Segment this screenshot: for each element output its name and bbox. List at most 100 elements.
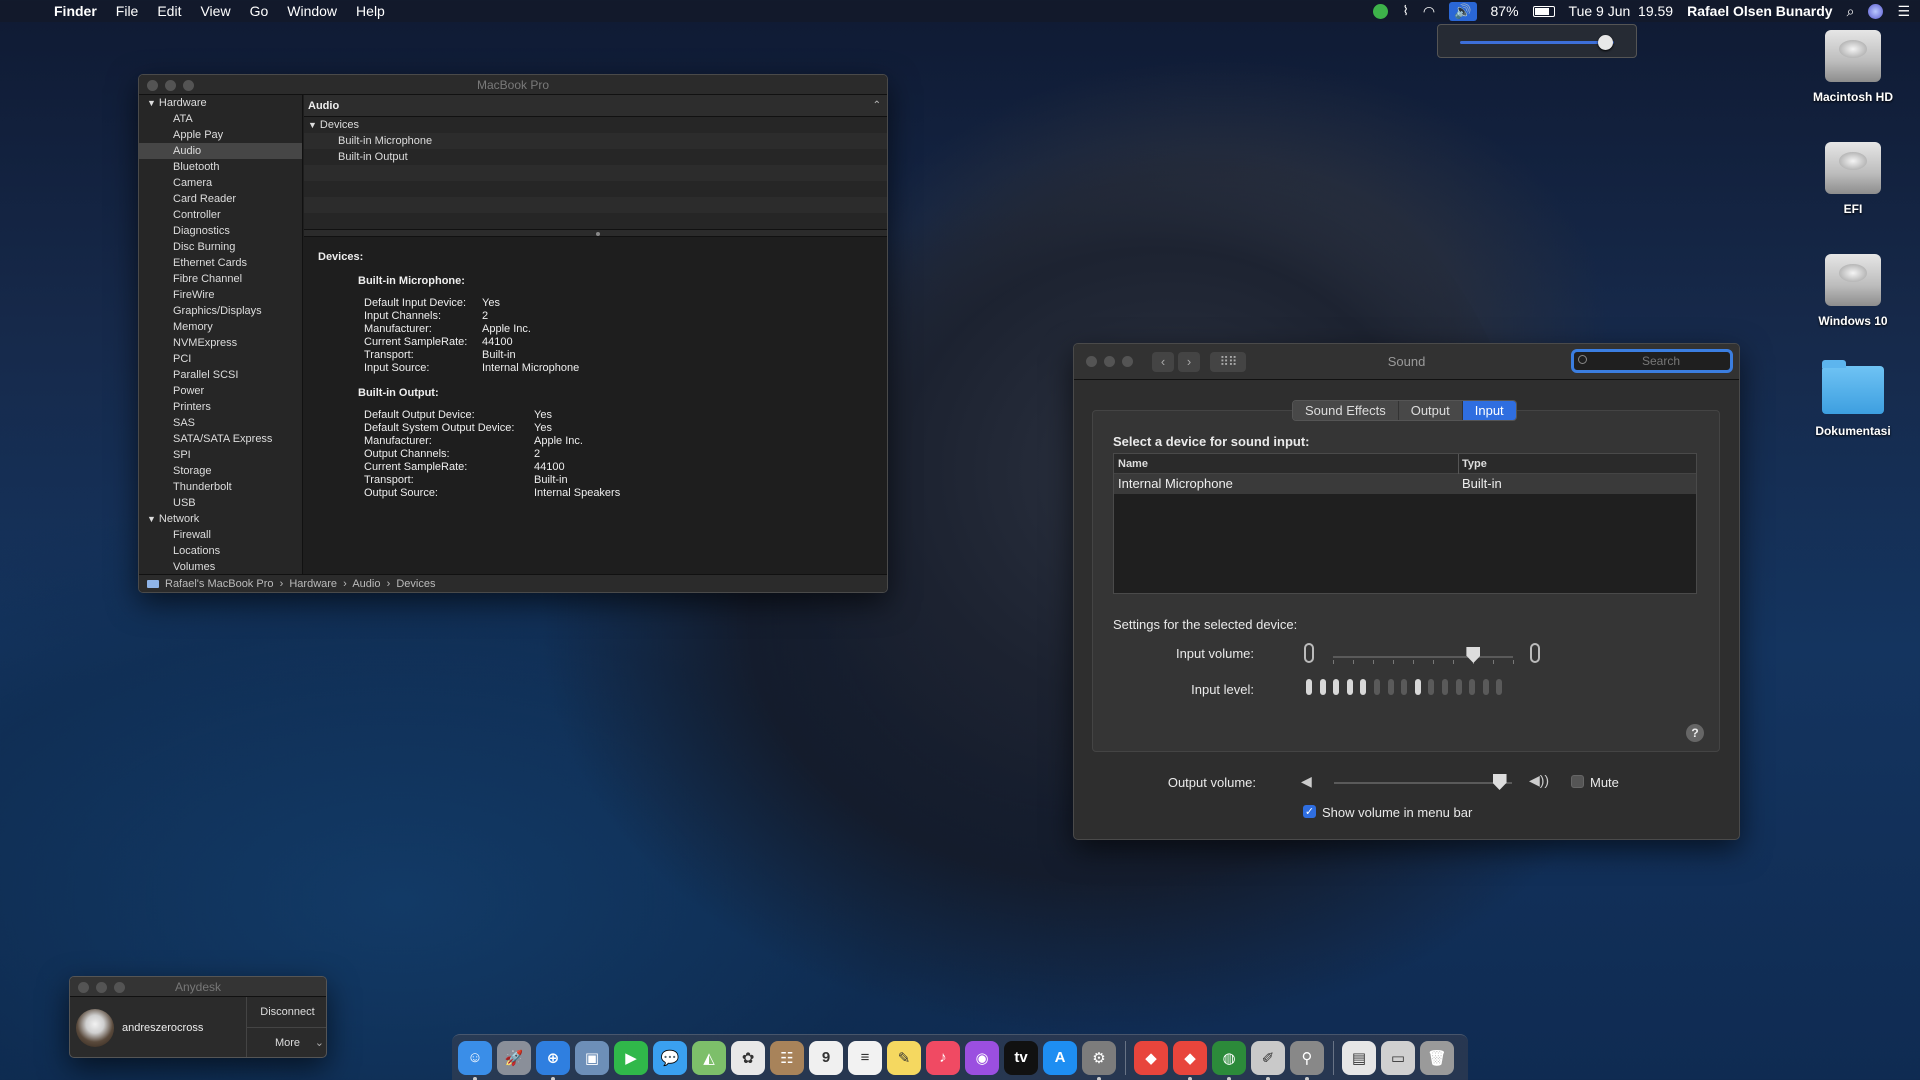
sidebar-group[interactable]: ▼ Hardware bbox=[139, 95, 302, 111]
sidebar-item[interactable]: FireWire bbox=[139, 287, 302, 303]
sidebar-item[interactable]: PCI bbox=[139, 351, 302, 367]
split-divider[interactable] bbox=[304, 229, 887, 237]
menu-edit[interactable]: Edit bbox=[157, 3, 181, 19]
desktop-icon[interactable]: EFI bbox=[1798, 142, 1908, 216]
disclosure-triangle-icon[interactable]: ▼ bbox=[308, 117, 317, 133]
anydesk-icon[interactable]: ◆ bbox=[1134, 1040, 1168, 1075]
volume-icon[interactable]: 🔊 bbox=[1449, 1, 1477, 21]
sidebar-item[interactable]: Controller bbox=[139, 207, 302, 223]
sidebar-item[interactable]: Bluetooth bbox=[139, 159, 302, 175]
sidebar-item[interactable]: Power bbox=[139, 383, 302, 399]
forward-button[interactable]: › bbox=[1178, 352, 1200, 372]
sidebar-item[interactable]: Volumes bbox=[139, 559, 302, 574]
menu-window[interactable]: Window bbox=[287, 3, 337, 19]
system-preferences-icon[interactable]: ⚙ bbox=[1082, 1040, 1116, 1080]
disclosure-triangle-icon[interactable]: ▼ bbox=[147, 511, 156, 527]
help-button[interactable]: ? bbox=[1686, 724, 1704, 742]
sidebar-item[interactable]: Ethernet Cards bbox=[139, 255, 302, 271]
show-volume-checkbox[interactable]: ✓ bbox=[1303, 805, 1316, 818]
podcasts-icon[interactable]: ◉ bbox=[965, 1040, 999, 1075]
battery-icon[interactable] bbox=[1532, 5, 1555, 17]
output-volume-slider[interactable] bbox=[1492, 774, 1507, 790]
sidebar-item[interactable]: Printers bbox=[139, 399, 302, 415]
sidebar-item[interactable]: ATA bbox=[139, 111, 302, 127]
more-button[interactable]: More ⌄ bbox=[247, 1028, 326, 1057]
menu-go[interactable]: Go bbox=[250, 3, 269, 19]
minimize-button[interactable] bbox=[1104, 356, 1115, 367]
close-button[interactable] bbox=[1086, 356, 1097, 367]
desktop-icon[interactable]: Macintosh HD bbox=[1798, 30, 1908, 104]
tab-sound-effects[interactable]: Sound Effects bbox=[1293, 401, 1399, 420]
close-button[interactable] bbox=[78, 982, 89, 993]
tab-output[interactable]: Output bbox=[1398, 401, 1463, 420]
calendar-icon[interactable]: 9 bbox=[809, 1040, 843, 1075]
menu-view[interactable]: View bbox=[200, 3, 230, 19]
menu-clock[interactable]: Tue 9 Jun 19.59 bbox=[1569, 3, 1674, 19]
finder-icon[interactable]: ☺ bbox=[458, 1040, 492, 1080]
status-globe-icon[interactable] bbox=[1373, 3, 1389, 19]
menu-user[interactable]: Rafael Olsen Bunardy bbox=[1687, 3, 1833, 19]
sort-caret-icon[interactable]: ⌃ bbox=[873, 95, 881, 117]
siri-icon[interactable] bbox=[1868, 3, 1884, 19]
sidebar-item[interactable]: Fibre Channel bbox=[139, 271, 302, 287]
contacts-icon[interactable]: ☷ bbox=[770, 1040, 804, 1075]
menu-app-name[interactable]: Finder bbox=[54, 3, 97, 19]
preview-icon[interactable]: ▣ bbox=[575, 1040, 609, 1075]
mute-checkbox[interactable] bbox=[1571, 775, 1584, 788]
anydesk-titlebar[interactable]: Anydesk bbox=[70, 977, 326, 997]
zoom-button[interactable] bbox=[114, 982, 125, 993]
minimize-button[interactable] bbox=[96, 982, 107, 993]
screenshot-icon[interactable]: ▭ bbox=[1381, 1040, 1415, 1075]
sidebar-item[interactable]: Disc Burning bbox=[139, 239, 302, 255]
search-input[interactable]: Search bbox=[1571, 349, 1733, 373]
automator-icon[interactable]: ⚲ bbox=[1290, 1040, 1324, 1080]
sidebar-item[interactable]: Camera bbox=[139, 175, 302, 191]
facetime-icon[interactable]: ▶ bbox=[614, 1040, 648, 1075]
safari-icon[interactable]: ⊕ bbox=[536, 1040, 570, 1080]
menu-file[interactable]: File bbox=[116, 3, 139, 19]
sysinfo-titlebar[interactable]: MacBook Pro bbox=[139, 75, 887, 95]
reminders-icon[interactable]: ≡ bbox=[848, 1040, 882, 1075]
sidebar-item[interactable]: Storage bbox=[139, 463, 302, 479]
music-icon[interactable]: ♪ bbox=[926, 1040, 960, 1075]
sound-titlebar[interactable]: ‹ › ⠿⠿ Sound Search bbox=[1074, 344, 1739, 380]
spotlight-search-icon[interactable]: ⌕ bbox=[1847, 3, 1855, 20]
notification-center-icon[interactable]: ☰ bbox=[1897, 3, 1910, 20]
volume-slider-knob[interactable] bbox=[1598, 35, 1614, 50]
anydesk-alt-icon[interactable]: ◆ bbox=[1173, 1040, 1207, 1080]
maps-icon[interactable]: ◭ bbox=[692, 1040, 726, 1075]
disconnect-button[interactable]: Disconnect bbox=[247, 997, 326, 1028]
sidebar-group[interactable]: ▼ Network bbox=[139, 511, 302, 527]
disclosure-triangle-icon[interactable]: ▼ bbox=[147, 95, 156, 111]
zoom-button[interactable] bbox=[1122, 356, 1133, 367]
sidebar-item[interactable]: Audio bbox=[139, 143, 302, 159]
sidebar-item[interactable]: Diagnostics bbox=[139, 223, 302, 239]
zoom-button[interactable] bbox=[183, 80, 194, 91]
sidebar-item[interactable]: SATA/SATA Express bbox=[139, 431, 302, 447]
sidebar-item[interactable]: Firewall bbox=[139, 527, 302, 543]
list-header[interactable]: Audio ⌃ bbox=[304, 95, 887, 117]
input-volume-track[interactable] bbox=[1333, 656, 1513, 658]
tree-item-row[interactable]: Built-in Microphone bbox=[304, 133, 887, 149]
tree-group-row[interactable]: ▼ Devices bbox=[304, 117, 887, 133]
activity-monitor-icon[interactable]: ⌇ bbox=[1402, 3, 1408, 19]
breadcrumb[interactable]: Rafael's MacBook Pro › Hardware › Audio … bbox=[165, 578, 435, 590]
messages-icon[interactable]: 💬 bbox=[653, 1040, 687, 1075]
sidebar-item[interactable]: Parallel SCSI bbox=[139, 367, 302, 383]
sidebar-item[interactable]: USB bbox=[139, 495, 302, 511]
photos-icon[interactable]: ✿ bbox=[731, 1040, 765, 1075]
output-volume-track[interactable] bbox=[1334, 782, 1512, 784]
sidebar-item[interactable]: SAS bbox=[139, 415, 302, 431]
table-row[interactable]: Internal Microphone Built-in bbox=[1114, 474, 1696, 494]
wifi-icon[interactable]: ◠ bbox=[1423, 3, 1435, 20]
sidebar-item[interactable]: Graphics/Displays bbox=[139, 303, 302, 319]
tree-item-row[interactable]: Built-in Output bbox=[304, 149, 887, 165]
sidebar-item[interactable]: Apple Pay bbox=[139, 127, 302, 143]
input-volume-slider[interactable] bbox=[1466, 647, 1481, 663]
column-name-header[interactable]: Name bbox=[1114, 458, 1148, 470]
app-store-icon[interactable]: A bbox=[1043, 1040, 1077, 1075]
minimize-button[interactable] bbox=[165, 80, 176, 91]
launchpad-icon[interactable]: 🚀 bbox=[497, 1040, 531, 1075]
tv-icon[interactable]: tv bbox=[1004, 1040, 1038, 1075]
notes-icon[interactable]: ✎ bbox=[887, 1040, 921, 1075]
